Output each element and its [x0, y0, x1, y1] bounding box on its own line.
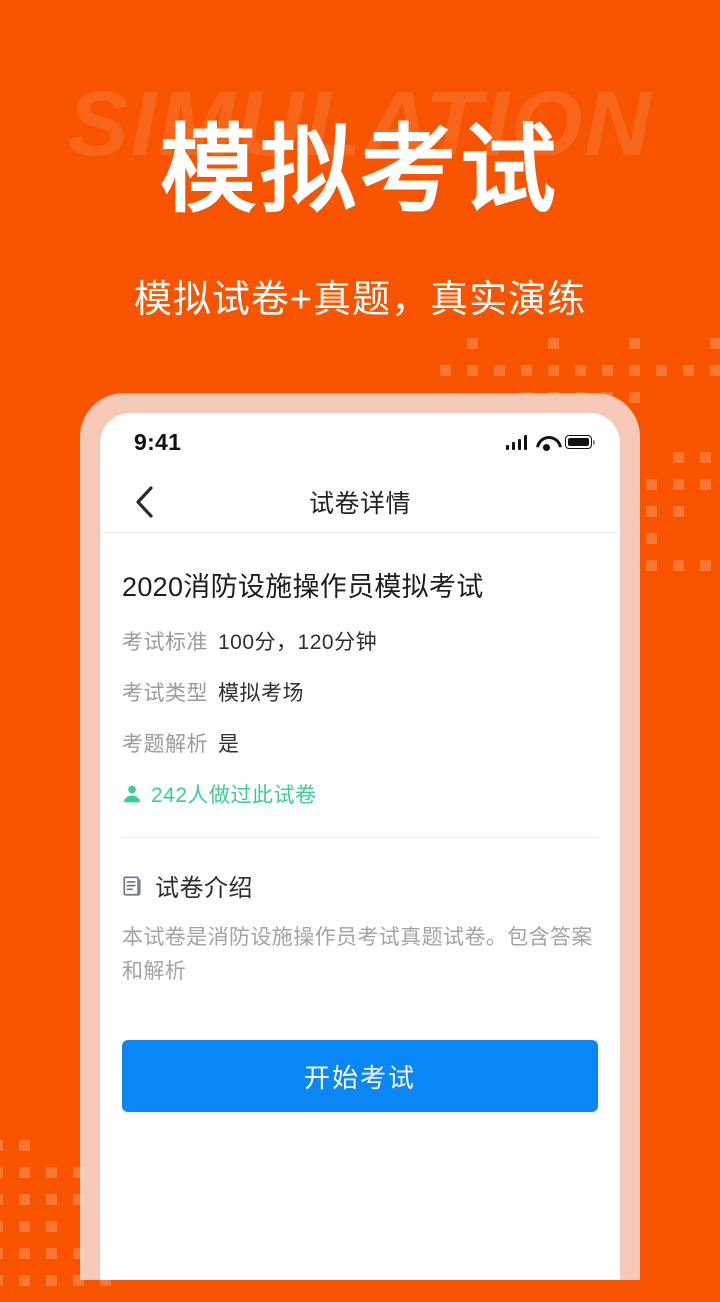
- info-row: 考试标准 100分，120分钟: [122, 626, 598, 656]
- page-title: 模拟考试: [160, 114, 560, 226]
- paper-info-list: 考试标准 100分，120分钟 考试类型 模拟考场 考题解析 是 242人做过此…: [122, 626, 598, 809]
- paper-title: 2020消防设施操作员模拟考试: [122, 572, 484, 602]
- hero-subtitle: 模拟试卷+真题，真实演练: [133, 279, 587, 321]
- battery-full-icon: [565, 435, 595, 449]
- info-label: 考题解析: [122, 733, 208, 756]
- info-label: 考试标准: [122, 631, 208, 654]
- signal-bars-icon: [505, 434, 527, 450]
- status-bar-icons: [505, 434, 595, 451]
- document-list-icon: [123, 875, 141, 896]
- nav-bar: 试卷详情: [100, 471, 620, 533]
- info-row: 考试类型 模拟考场: [122, 677, 598, 707]
- participants-count-text: 242人做过此试卷: [151, 784, 317, 807]
- paper-intro-body: 本试卷是消防设施操作员考试真题试卷。包含答案和解析: [122, 926, 593, 983]
- status-bar: 9:41: [100, 413, 620, 471]
- start-exam-button[interactable]: 开始考试: [122, 1040, 598, 1113]
- info-row: 考题解析 是: [122, 728, 598, 758]
- paper-detail-content: 2020消防设施操作员模拟考试 考试标准 100分，120分钟 考试类型 模拟考…: [100, 565, 620, 1113]
- status-bar-time: 9:41: [134, 428, 182, 455]
- paper-intro-title: 试卷介绍: [155, 875, 253, 902]
- info-label: 考试类型: [122, 682, 208, 705]
- info-value: 模拟考场: [218, 682, 304, 705]
- nav-title: 试卷详情: [308, 489, 411, 518]
- person-icon: [124, 785, 140, 803]
- decorative-dot-grid-right: [646, 452, 720, 587]
- decorative-dot-grid-bottom-left: [0, 1140, 208, 1302]
- section-divider: [122, 837, 598, 838]
- info-value: 是: [218, 733, 240, 756]
- paper-intro-section: 试卷介绍 本试卷是消防设施操作员考试真题试卷。包含答案和解析: [122, 868, 598, 988]
- info-value: 100分，120分钟: [218, 631, 378, 654]
- paper-intro-header: 试卷介绍: [122, 868, 598, 903]
- chevron-left-icon: [136, 485, 153, 518]
- participants-row: 242人做过此试卷: [122, 779, 598, 809]
- wifi-icon: [536, 435, 556, 451]
- back-button[interactable]: [122, 480, 166, 524]
